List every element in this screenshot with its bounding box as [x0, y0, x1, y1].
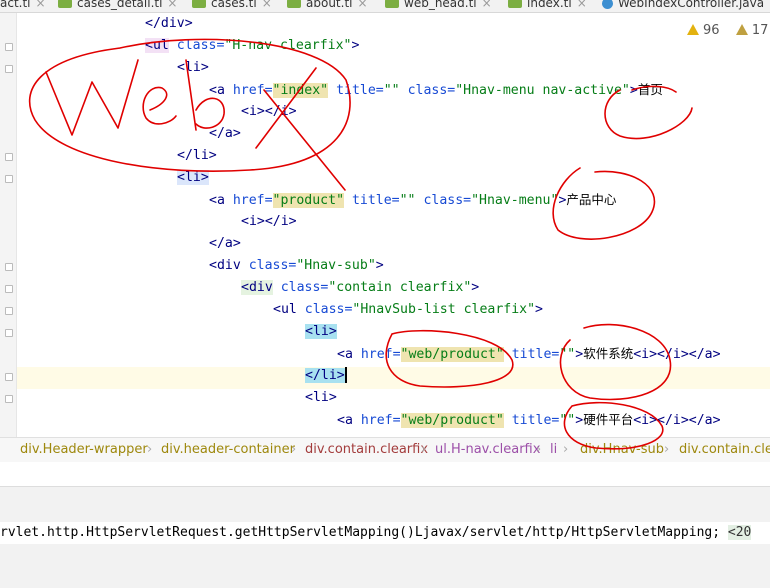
code-line: <ul class="HnavSub-list clearfix"> [273, 302, 543, 317]
tab-web-head[interactable]: web_head.tl × [385, 0, 492, 12]
tab-act[interactable]: act.tl × [0, 0, 46, 12]
warning-icon [687, 24, 699, 35]
code-editor[interactable]: </div> <ul class="H-nav clearfix"> <li> … [0, 13, 770, 437]
close-icon[interactable]: × [577, 0, 587, 10]
chevron-right-icon: › [563, 442, 569, 457]
weak-warning-icon [735, 24, 748, 35]
fold-marker-icon[interactable] [5, 43, 13, 51]
tab-about[interactable]: about.tl × [287, 0, 368, 12]
breadcrumb-item[interactable]: div.header-container [161, 438, 295, 462]
code-line: <div class="Hnav-sub"> [209, 258, 384, 273]
code-line: <i></i> [241, 104, 297, 119]
code-line: <i></i> [241, 214, 297, 229]
fold-marker-icon[interactable] [5, 175, 13, 183]
html-file-icon [58, 0, 72, 8]
code-line: </li> [305, 367, 347, 383]
current-line-highlight [17, 367, 770, 389]
code-line: <ul class="H-nav clearfix"> [145, 38, 360, 53]
fold-marker-icon[interactable] [5, 263, 13, 271]
fold-marker-icon[interactable] [5, 395, 13, 403]
code-line: <li> [177, 60, 209, 75]
code-line: <a href="web/product" title="">软件系统<i></… [337, 346, 721, 362]
tab-webindexcontroller[interactable]: WebIndexController.java [602, 0, 764, 12]
breadcrumb-item[interactable]: li [550, 438, 557, 462]
chevron-right-icon: › [421, 442, 427, 457]
text-caret [344, 367, 347, 383]
breadcrumb-item[interactable]: ul.H-nav.clearfix [435, 438, 540, 462]
breadcrumb-item[interactable]: div.contain.clearfix [305, 438, 428, 462]
chevron-right-icon: › [664, 442, 670, 457]
code-line: <li> [305, 390, 337, 405]
editor-gutter [0, 13, 17, 437]
inspection-widget[interactable]: 96 17 [687, 23, 768, 38]
close-icon[interactable]: × [167, 0, 177, 10]
code-line: </a> [209, 236, 241, 251]
chevron-right-icon: › [536, 442, 542, 457]
tab-cases[interactable]: cases.tl × [192, 0, 272, 12]
code-line: </div> [145, 16, 193, 31]
html-file-icon [192, 0, 206, 8]
code-line: <li> [305, 324, 337, 339]
close-icon[interactable]: × [36, 0, 46, 10]
fold-marker-icon[interactable] [5, 329, 13, 337]
breadcrumb-item[interactable]: div.Hnav-sub [580, 438, 664, 462]
close-icon[interactable]: × [262, 0, 272, 10]
fold-marker-icon[interactable] [5, 65, 13, 73]
code-line: <a href="web/product" title="">硬件平台<i></… [337, 412, 721, 428]
code-line: <li> [177, 170, 209, 185]
chevron-right-icon: › [291, 442, 297, 457]
fold-marker-icon[interactable] [5, 285, 13, 293]
close-icon[interactable]: × [482, 0, 492, 10]
fold-marker-icon[interactable] [5, 373, 13, 381]
code-line: <a href="product" title="" class="Hnav-m… [209, 192, 617, 208]
breadcrumb-item[interactable]: div.Header-wrapper [20, 438, 148, 462]
html-file-icon [508, 0, 522, 8]
html-file-icon [287, 0, 301, 8]
breadcrumb: div.Header-wrapper › div.header-containe… [0, 437, 770, 462]
breadcrumb-item[interactable]: div.contain.clearfix [679, 438, 770, 462]
console-panel[interactable]: rvlet.http.HttpServletRequest.getHttpSer… [0, 487, 770, 588]
console-output-line: rvlet.http.HttpServletRequest.getHttpSer… [0, 522, 770, 544]
tab-cases-detail[interactable]: cases_detail.tl × [58, 0, 177, 12]
tool-window-header [0, 462, 770, 487]
code-line: <div class="contain clearfix"> [241, 280, 480, 295]
code-line: <a href="index" title="" class="Hnav-men… [209, 82, 663, 98]
code-line: </li> [177, 148, 217, 163]
chevron-right-icon: › [147, 442, 153, 457]
editor-tab-bar: act.tl × cases_detail.tl × cases.tl × about… [0, 0, 770, 13]
java-class-icon [602, 0, 613, 9]
fold-marker-icon[interactable] [5, 307, 13, 315]
tab-index[interactable]: index.tl × [508, 0, 587, 12]
close-icon[interactable]: × [357, 0, 367, 10]
code-line: </a> [209, 126, 241, 141]
fold-marker-icon[interactable] [5, 153, 13, 161]
html-file-icon [385, 0, 399, 8]
